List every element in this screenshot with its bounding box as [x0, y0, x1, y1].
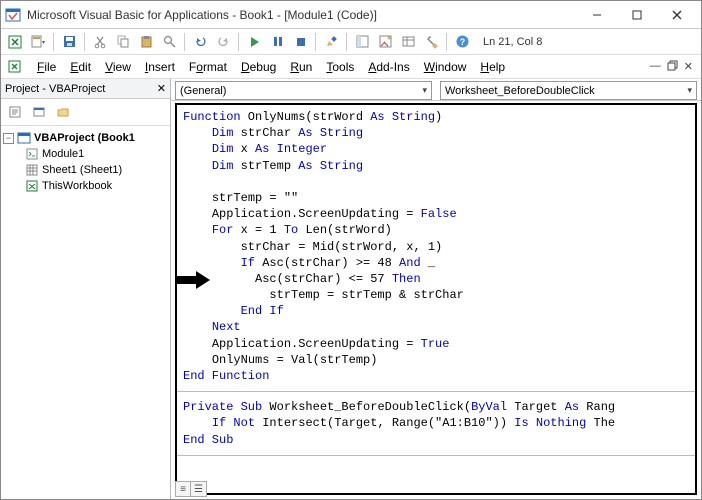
menu-view[interactable]: View	[99, 58, 137, 76]
project-tree[interactable]: − VBAProject (Book1 Module1 Sheet1 (Shee…	[1, 126, 170, 198]
menu-help[interactable]: Help	[474, 58, 511, 76]
titlebar: Microsoft Visual Basic for Applications …	[1, 1, 701, 29]
pointer-arrow-icon	[175, 271, 210, 289]
project-explorer-button[interactable]	[352, 32, 372, 52]
project-explorer: Project - VBAProject ✕ − VBAProject (Boo…	[1, 79, 171, 499]
workbook-icon	[25, 179, 39, 193]
tree-module1-label: Module1	[42, 148, 84, 160]
project-explorer-close-button[interactable]: ✕	[157, 82, 166, 95]
vba-app-icon	[5, 7, 21, 23]
mdi-close-button[interactable]: ✕	[684, 60, 693, 74]
vbaproject-icon	[17, 131, 31, 145]
menu-format[interactable]: Format	[183, 58, 233, 76]
menu-debug[interactable]: Debug	[235, 58, 282, 76]
code-editor[interactable]: Function OnlyNums(strWord As String) Dim…	[175, 103, 697, 495]
toolbox-button[interactable]	[421, 32, 441, 52]
tree-sheet1[interactable]: Sheet1 (Sheet1)	[3, 162, 168, 178]
procedure-selector-value: Worksheet_BeforeDoubleClick	[445, 85, 687, 97]
cursor-position: Ln 21, Col 8	[483, 36, 542, 48]
menubar: File Edit View Insert Format Debug Run T…	[1, 55, 701, 79]
tree-thisworkbook-label: ThisWorkbook	[42, 180, 112, 192]
collapse-icon[interactable]: −	[3, 133, 14, 144]
excel-icon[interactable]	[5, 58, 23, 76]
menu-file[interactable]: File	[31, 58, 62, 76]
svg-text:?: ?	[459, 37, 465, 47]
tree-root[interactable]: − VBAProject (Book1	[3, 130, 168, 146]
menu-addins[interactable]: Add-Ins	[362, 58, 415, 76]
maximize-button[interactable]	[617, 3, 657, 27]
object-selector[interactable]: (General) ▾	[175, 81, 432, 100]
tree-thisworkbook[interactable]: ThisWorkbook	[3, 178, 168, 194]
chevron-down-icon: ▾	[687, 85, 692, 96]
properties-button[interactable]	[375, 32, 395, 52]
code-content[interactable]: Function OnlyNums(strWord As String) Dim…	[177, 105, 695, 388]
tree-root-label: VBAProject (Book1	[34, 132, 135, 144]
sheet-icon	[25, 163, 39, 177]
toggle-folders-button[interactable]	[53, 102, 73, 122]
procedure-selector[interactable]: Worksheet_BeforeDoubleClick ▾	[440, 81, 697, 100]
mdi-minimize-button[interactable]: —	[650, 60, 661, 74]
menu-run[interactable]: Run	[284, 58, 318, 76]
view-excel-button[interactable]	[5, 32, 25, 52]
break-button[interactable]	[267, 32, 287, 52]
cut-button[interactable]	[90, 32, 110, 52]
menu-edit[interactable]: Edit	[64, 58, 97, 76]
insert-module-dropdown[interactable]	[28, 32, 48, 52]
project-explorer-title: Project - VBAProject	[5, 83, 105, 95]
tree-sheet1-label: Sheet1 (Sheet1)	[42, 164, 122, 176]
copy-button[interactable]	[113, 32, 133, 52]
menu-insert[interactable]: Insert	[139, 58, 181, 76]
chevron-down-icon: ▾	[422, 85, 427, 96]
paste-button[interactable]	[136, 32, 156, 52]
toolbar: ? Ln 21, Col 8	[1, 29, 701, 55]
view-code-button[interactable]	[5, 102, 25, 122]
procedure-view-button[interactable]: ≡	[175, 481, 191, 497]
close-button[interactable]	[657, 3, 697, 27]
object-selector-value: (General)	[180, 85, 422, 97]
save-button[interactable]	[59, 32, 79, 52]
redo-button[interactable]	[213, 32, 233, 52]
object-browser-button[interactable]	[398, 32, 418, 52]
menu-window[interactable]: Window	[418, 58, 473, 76]
module-icon	[25, 147, 39, 161]
code-content-2[interactable]: Private Sub Worksheet_BeforeDoubleClick(…	[177, 395, 695, 452]
mdi-restore-button[interactable]	[667, 60, 678, 74]
design-mode-button[interactable]	[321, 32, 341, 52]
run-button[interactable]	[244, 32, 264, 52]
reset-button[interactable]	[290, 32, 310, 52]
undo-button[interactable]	[190, 32, 210, 52]
tree-module1[interactable]: Module1	[3, 146, 168, 162]
minimize-button[interactable]	[577, 3, 617, 27]
find-button[interactable]	[159, 32, 179, 52]
help-button[interactable]: ?	[452, 32, 472, 52]
full-module-view-button[interactable]: ☰	[191, 481, 207, 497]
window-title: Microsoft Visual Basic for Applications …	[27, 8, 577, 22]
view-object-button[interactable]	[29, 102, 49, 122]
menu-tools[interactable]: Tools	[320, 58, 360, 76]
